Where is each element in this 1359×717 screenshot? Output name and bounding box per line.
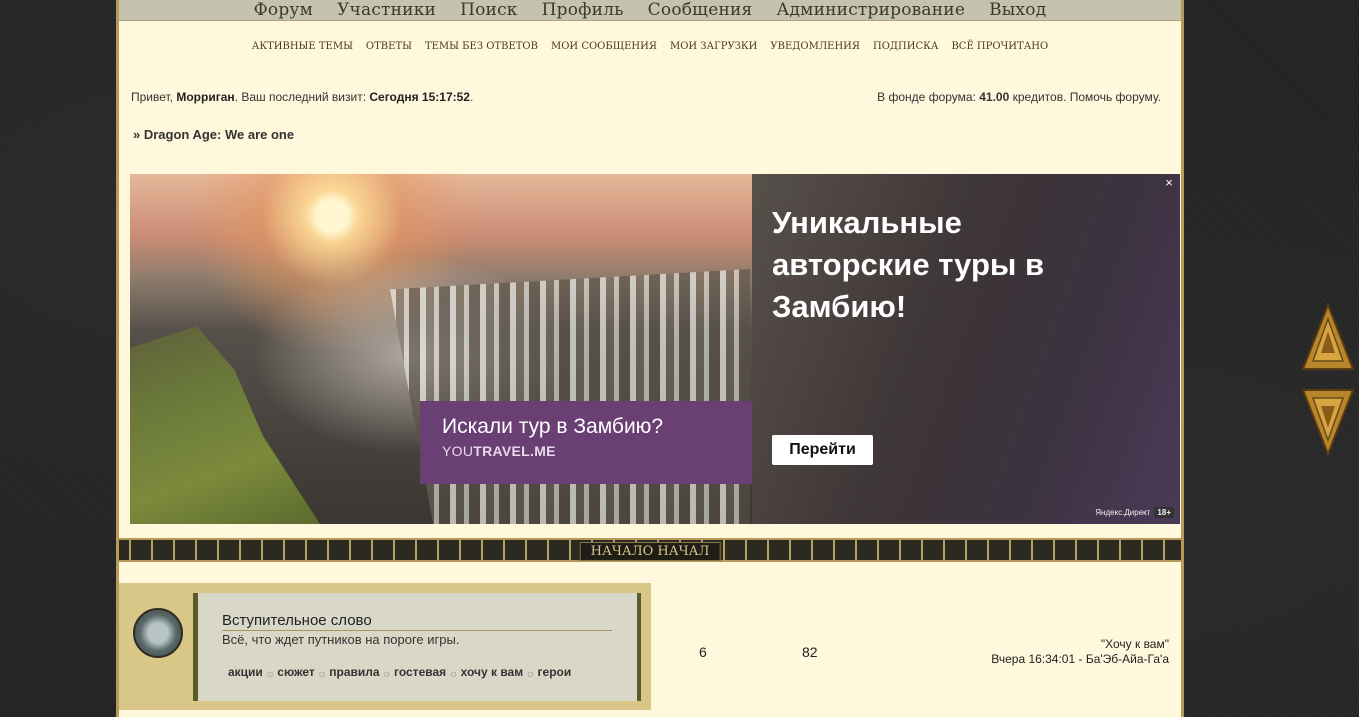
subnav-unanswered[interactable]: Темы без ответов (425, 41, 538, 52)
close-icon[interactable]: × (1162, 176, 1176, 190)
scroll-up-arrow-icon[interactable] (1301, 303, 1355, 371)
nav-forum[interactable]: Форум (254, 0, 313, 20)
welcome-greeting: Привет, (131, 90, 177, 104)
forum-wrapper: Форум Участники Поиск Профиль Сообщения … (116, 0, 1184, 717)
breadcrumb[interactable]: » Dragon Age: We are one (133, 127, 294, 142)
subforum-link[interactable]: правила (329, 665, 379, 679)
subforum-link[interactable]: акции (228, 665, 263, 679)
welcome-end: . (469, 90, 474, 104)
forum-topics-count: 6 (699, 644, 707, 660)
forum-title-link[interactable]: Вступительное слово (222, 612, 612, 631)
ad-direct-text: Яндекс.Директ (1095, 508, 1151, 517)
last-post-time-author: Вчера 16:34:01 - Ба'Эб-Айа-Га'а (991, 652, 1169, 666)
last-visit-label: . Ваш последний визит: (234, 90, 370, 104)
nav-admin[interactable]: Администрирование (776, 0, 965, 20)
fund-amount: 41.00 (979, 90, 1010, 104)
category-title: НАЧАЛО НАЧАЛ (579, 542, 721, 561)
subnav-replies[interactable]: Ответы (366, 41, 412, 52)
forum-posts-count: 82 (802, 644, 818, 660)
ad-headline[interactable]: Уникальные авторские туры в Замбию! (772, 202, 1112, 328)
category-header: НАЧАЛО НАЧАЛ (119, 538, 1181, 562)
help-forum-link[interactable]: Помочь форуму. (1070, 90, 1161, 104)
forum-last-post: "Хочу к вам" Вчера 16:34:01 - Ба'Эб-Айа-… (991, 637, 1169, 667)
forum-subforums: акции ۞ сюжет ۞ правила ۞ гостевая ۞ хоч… (228, 665, 571, 679)
subforum-link[interactable]: гостевая (394, 665, 446, 679)
forum-fund: В фонде форума: 41.00 кредитов. Помочь ф… (877, 90, 1161, 104)
subnav-subscriptions[interactable]: Подписка (873, 41, 938, 52)
subnav-my-uploads[interactable]: Мои загрузки (670, 41, 757, 52)
advertisement-banner[interactable]: Уникальные авторские туры в Замбию! Иска… (130, 174, 1180, 524)
sub-navigation: Активные темы Ответы Темы без ответов Мо… (119, 41, 1181, 52)
ad-url-you: YOU (442, 443, 474, 459)
separator-icon: ۞ (266, 666, 274, 679)
nav-profile[interactable]: Профиль (542, 0, 624, 20)
welcome-message: Привет, Морриган. Ваш последний визит: С… (131, 90, 473, 104)
separator-icon: ۞ (527, 666, 534, 679)
separator-icon: ۞ (383, 666, 390, 679)
subnav-notifications[interactable]: Уведомления (770, 41, 860, 52)
forum-row: Вступительное слово Всё, что ждет путник… (119, 583, 651, 710)
ad-photo-waterfall (390, 269, 750, 524)
scroll-down-arrow-icon[interactable] (1301, 388, 1355, 456)
nav-search[interactable]: Поиск (460, 0, 518, 20)
ad-caption-box[interactable]: Искали тур в Замбию? YOUTRAVEL.ME (420, 401, 752, 484)
ad-go-button[interactable]: Перейти (772, 435, 873, 465)
age-rating-badge: 18+ (1154, 507, 1174, 518)
subforum-link[interactable]: хочу к вам (461, 665, 524, 679)
ad-caption-url: YOUTRAVEL.ME (442, 443, 730, 459)
separator-icon: ۞ (318, 666, 326, 679)
nav-messages[interactable]: Сообщения (648, 0, 753, 20)
subnav-mark-all-read[interactable]: Всё прочитано (951, 41, 1048, 52)
forum-description: Всё, что ждет путников на пороге игры. (222, 632, 460, 647)
nav-logout[interactable]: Выход (989, 0, 1046, 20)
subforum-link[interactable]: сюжет (277, 665, 315, 679)
last-post-topic-link[interactable]: "Хочу к вам" (1101, 637, 1169, 651)
username[interactable]: Морриган (176, 90, 234, 104)
ad-direct-label: Яндекс.Директ 18+ (1095, 507, 1174, 518)
last-visit-time: Сегодня 15:17:52 (369, 90, 470, 104)
ad-caption-title: Искали тур в Замбию? (442, 415, 664, 438)
separator-icon: ۞ (450, 666, 457, 679)
subnav-my-posts[interactable]: Мои сообщения (551, 41, 657, 52)
forum-status-icon (133, 608, 183, 658)
nav-members[interactable]: Участники (337, 0, 436, 20)
forum-card: Вступительное слово Всё, что ждет путник… (193, 593, 641, 701)
fund-unit: кредитов. (1009, 90, 1070, 104)
subnav-active-topics[interactable]: Активные темы (252, 41, 353, 52)
subforum-link[interactable]: герои (538, 665, 572, 679)
fund-label: В фонде форума: (877, 90, 980, 104)
ad-url-domain: TRAVEL.ME (473, 443, 556, 459)
top-navigation: Форум Участники Поиск Профиль Сообщения … (119, 0, 1181, 21)
